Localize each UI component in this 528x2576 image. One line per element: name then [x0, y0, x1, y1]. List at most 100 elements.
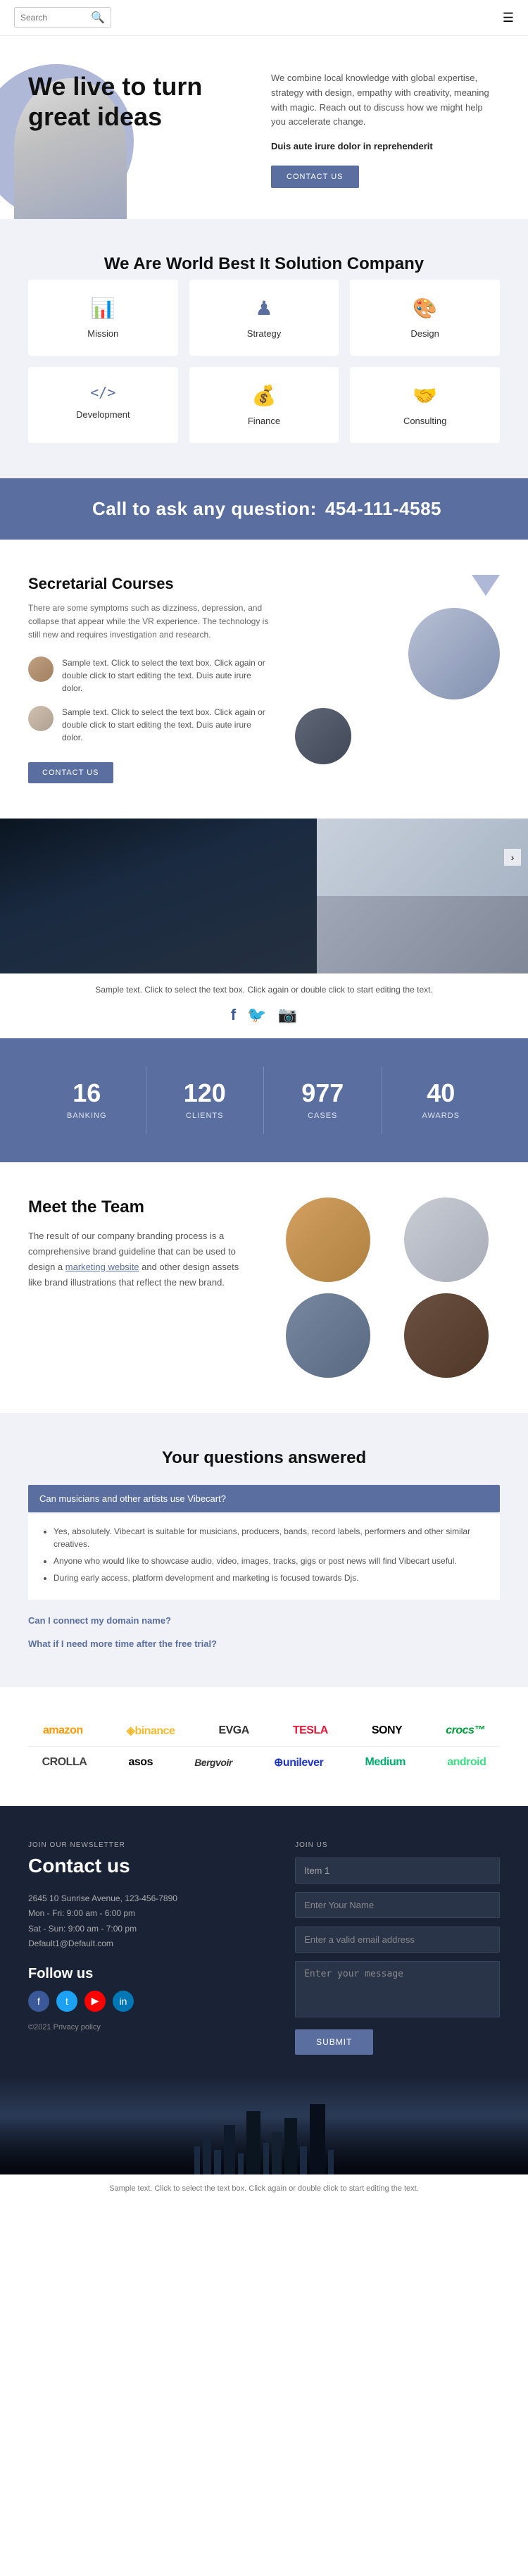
team-title: Meet the Team [28, 1197, 253, 1217]
faq-question-1[interactable]: Can musicians and other artists use Vibe… [28, 1485, 500, 1512]
service-label-strategy: Strategy [201, 328, 328, 339]
testimonial-avatar-2 [28, 706, 54, 731]
team-member-2 [404, 1197, 489, 1282]
testimonial-1: Sample text. Click to select the text bo… [28, 657, 274, 695]
brand-android[interactable]: android [447, 1756, 486, 1769]
hero-quote: Duis aute irure dolor in reprehenderit [271, 141, 500, 151]
secretarial-description: There are some symptoms such as dizzines… [28, 602, 274, 642]
it-solution-title: We Are World Best It Solution Company [28, 254, 500, 274]
phone-banner-text: Call to ask any question: 454-111-4585 [28, 498, 500, 520]
footer-youtube-icon[interactable]: ▶ [84, 1991, 106, 2012]
stat-cases: 977 CASES [264, 1066, 382, 1134]
instagram-icon[interactable]: 📷 [278, 1006, 297, 1024]
gallery-bottom-image [317, 896, 528, 973]
twitter-icon[interactable]: 🐦 [247, 1006, 266, 1024]
search-box[interactable]: 🔍 [14, 7, 111, 28]
stat-awards-label: AWARDS [389, 1112, 494, 1120]
faq-question-2[interactable]: Can I connect my domain name? [28, 1608, 500, 1629]
footer-message-textarea[interactable] [295, 1961, 500, 2017]
footer-select[interactable]: Item 1 [295, 1858, 500, 1884]
footer-facebook-icon[interactable]: f [28, 1991, 49, 2012]
team-description: The result of our company branding proce… [28, 1228, 253, 1290]
brand-tesla[interactable]: TESLA [293, 1724, 328, 1737]
footer-twitter-icon[interactable]: t [56, 1991, 77, 2012]
brand-binance[interactable]: ◈binance [127, 1724, 175, 1738]
footer-right: JOIN US Item 1 SUBMIT [295, 1841, 500, 2055]
brand-unilever[interactable]: ⊕unilever [274, 1755, 323, 1769]
service-label-consulting: Consulting [361, 416, 489, 426]
brand-sony[interactable]: SONY [372, 1724, 402, 1737]
service-card-development[interactable]: </> Development [28, 367, 178, 443]
design-icon: 🎨 [361, 297, 489, 320]
brand-crolla[interactable]: CROLLA [42, 1756, 87, 1769]
hero-cta-button[interactable]: CONTACT US [271, 166, 359, 188]
footer-address-line1: 2645 10 Sunrise Avenue, 123-456-7890 [28, 1891, 274, 1907]
phone-number: 454-111-4585 [325, 498, 441, 519]
finance-icon: 💰 [201, 384, 328, 407]
brand-crocs[interactable]: crocs™ [446, 1724, 485, 1737]
search-icon: 🔍 [91, 11, 105, 25]
hero-left-content: We live to turn great ideas [28, 71, 257, 146]
footer-email-input[interactable] [295, 1927, 500, 1953]
stats-section: 16 BANKING 120 CLIENTS 977 CASES 40 AWAR… [0, 1038, 528, 1162]
team-member-3 [286, 1293, 370, 1378]
stat-clients: 120 CLIENTS [146, 1066, 265, 1134]
footer-submit-button[interactable]: SUBMIT [295, 2029, 373, 2055]
footer-address: 2645 10 Sunrise Avenue, 123-456-7890 Mon… [28, 1891, 274, 1952]
footer-linkedin-icon[interactable]: in [113, 1991, 134, 2012]
gallery-top-image: › [317, 819, 528, 896]
gallery-arrow[interactable]: › [504, 849, 521, 866]
secretarial-right [295, 575, 500, 764]
faq-title: Your questions answered [28, 1448, 500, 1468]
gallery-main-image [0, 819, 317, 973]
footer-address-line3: Sat - Sun: 9:00 am - 7:00 pm [28, 1922, 274, 1937]
service-card-finance[interactable]: 💰 Finance [189, 367, 339, 443]
brand-bergvoir[interactable]: Bergvoir [194, 1757, 232, 1768]
service-label-design: Design [361, 328, 489, 339]
search-input[interactable] [20, 13, 91, 23]
social-icons: f 🐦 📷 [0, 1006, 528, 1038]
hero-title: We live to turn great ideas [28, 71, 257, 132]
brand-medium[interactable]: Medium [365, 1756, 406, 1769]
strategy-icon: ♟ [201, 297, 328, 320]
footer-image-caption: Sample text. Click to select the text bo… [0, 2174, 528, 2203]
stat-clients-label: CLIENTS [153, 1112, 257, 1120]
service-card-consulting[interactable]: 🤝 Consulting [350, 367, 500, 443]
it-solution-section: We Are World Best It Solution Company 📊 … [0, 219, 528, 478]
faq-answer-item-1: Yes, absolutely. Vibecart is suitable fo… [54, 1525, 489, 1550]
footer-address-line2: Mon - Fri: 9:00 am - 6:00 pm [28, 1906, 274, 1922]
footer: JOIN OUR NEWSLETTER Contact us 2645 10 S… [0, 1806, 528, 2076]
faq-question-3[interactable]: What if I need more time after the free … [28, 1634, 500, 1652]
footer-name-input[interactable] [295, 1892, 500, 1918]
testimonial-text-2: Sample text. Click to select the text bo… [62, 706, 274, 744]
hero-description: We combine local knowledge with global e… [271, 71, 500, 130]
services-grid: 📊 Mission ♟ Strategy 🎨 Design </> Develo… [28, 280, 500, 443]
secretarial-image-small [295, 708, 351, 764]
service-label-finance: Finance [201, 416, 328, 426]
faq-answer-item-3: During early access, platform developmen… [54, 1572, 489, 1584]
service-card-strategy[interactable]: ♟ Strategy [189, 280, 339, 356]
brand-amazon[interactable]: amazon [43, 1724, 83, 1737]
stat-banking-number: 16 [35, 1081, 139, 1106]
consulting-icon: 🤝 [361, 384, 489, 407]
team-link[interactable]: marketing website [65, 1262, 139, 1272]
menu-icon[interactable]: ☰ [503, 11, 514, 25]
brand-asos[interactable]: asos [129, 1756, 153, 1769]
footer-email: Default1@Default.com [28, 1936, 274, 1952]
brand-evga[interactable]: EVGA [218, 1724, 249, 1737]
service-card-design[interactable]: 🎨 Design [350, 280, 500, 356]
secretarial-contact-button[interactable]: CONTACT US [28, 762, 113, 783]
footer-copyright: ©2021 Privacy policy [28, 2023, 274, 2031]
service-card-mission[interactable]: 📊 Mission [28, 280, 178, 356]
team-section: Meet the Team The result of our company … [0, 1162, 528, 1413]
facebook-icon[interactable]: f [231, 1006, 236, 1024]
stat-banking-label: BANKING [35, 1112, 139, 1120]
brands-row-1: amazon ◈binance EVGA TESLA SONY crocs™ [28, 1715, 500, 1747]
service-label-mission: Mission [39, 328, 167, 339]
team-member-1 [286, 1197, 370, 1282]
faq-answer-2 [28, 1629, 500, 1634]
footer-social-icons: f t ▶ in [28, 1991, 274, 2012]
triangle-decoration [472, 575, 500, 596]
secretarial-section: Secretarial Courses There are some sympt… [0, 540, 528, 819]
footer-join-us-label: JOIN US [295, 1841, 500, 1849]
